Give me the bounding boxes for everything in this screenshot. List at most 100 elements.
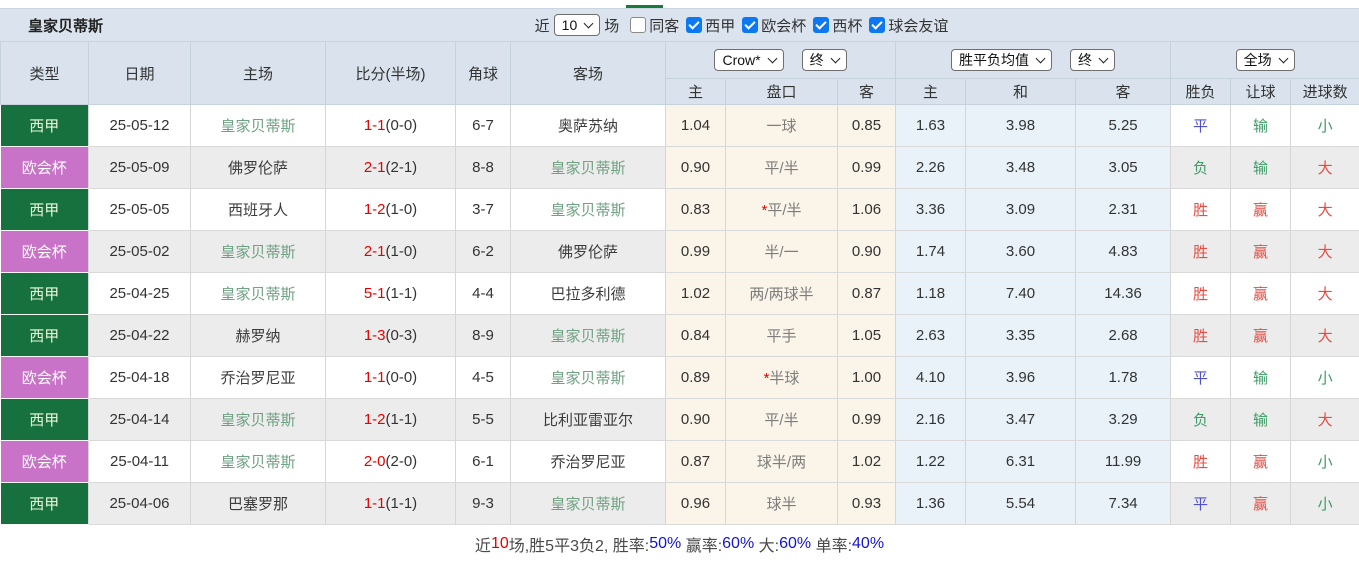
filter-option-2[interactable]: 西杯 bbox=[806, 15, 862, 36]
handicap-line: 半球 bbox=[769, 370, 799, 387]
header-odds-draw: 和 bbox=[966, 79, 1076, 105]
score-halftime: (1-1) bbox=[386, 411, 418, 428]
filter-checkbox[interactable] bbox=[686, 17, 702, 33]
table-row: 西甲25-04-06巴塞罗那1-1(1-1)9-3皇家贝蒂斯0.96球半0.93… bbox=[1, 483, 1359, 525]
date-cell: 25-04-11 bbox=[89, 441, 191, 483]
home-team-cell: 佛罗伦萨 bbox=[191, 147, 326, 189]
date-cell: 25-04-25 bbox=[89, 273, 191, 315]
table-row: 欧会杯25-04-11皇家贝蒂斯2-0(2-0)6-1乔治罗尼亚0.87球半/两… bbox=[1, 441, 1359, 483]
handicap-away-odds-cell: 1.00 bbox=[838, 357, 896, 399]
period-select[interactable]: 全场 bbox=[1236, 49, 1295, 71]
corner-cell: 6-1 bbox=[456, 441, 511, 483]
handicap-line: 平/半 bbox=[764, 160, 798, 177]
odds-draw-cell: 3.47 bbox=[966, 399, 1076, 441]
chevron-down-icon bbox=[1278, 54, 1288, 64]
filter-checkbox[interactable] bbox=[742, 17, 758, 33]
recent-count-select[interactable]: 10 bbox=[554, 14, 601, 36]
away-team-cell: 皇家贝蒂斯 bbox=[511, 315, 666, 357]
filter-option-0[interactable]: 西甲 bbox=[679, 15, 735, 36]
odds-draw-cell: 3.60 bbox=[966, 231, 1076, 273]
odds-time-select[interactable]: 终 bbox=[1070, 49, 1115, 71]
score-cell: 1-1(1-1) bbox=[326, 483, 456, 525]
league-filters: 西甲 欧会杯西杯球会友谊 bbox=[679, 15, 948, 36]
league-cell: 西甲 bbox=[1, 273, 89, 315]
handicap-result-cell: 赢 bbox=[1231, 483, 1291, 525]
handicap-home-odds-cell: 0.96 bbox=[666, 483, 726, 525]
footer-segment: 场,胜5平3负2, 胜率: bbox=[509, 532, 649, 556]
handicap-result-cell: 赢 bbox=[1231, 189, 1291, 231]
home-team-cell: 西班牙人 bbox=[191, 189, 326, 231]
handicap-away-odds-cell: 0.87 bbox=[838, 273, 896, 315]
corner-cell: 8-9 bbox=[456, 315, 511, 357]
score-fulltime: 1-2 bbox=[364, 411, 386, 428]
handicap-home-odds-cell: 0.87 bbox=[666, 441, 726, 483]
same-away-checkbox[interactable] bbox=[630, 17, 646, 33]
handicap-result-cell: 输 bbox=[1231, 147, 1291, 189]
score-halftime: (1-1) bbox=[386, 495, 418, 512]
score-cell: 1-2(1-0) bbox=[326, 189, 456, 231]
filter-option-3[interactable]: 球会友谊 bbox=[862, 15, 948, 36]
score-halftime: (1-0) bbox=[386, 243, 418, 260]
date-cell: 25-04-14 bbox=[89, 399, 191, 441]
away-team-cell: 皇家贝蒂斯 bbox=[511, 147, 666, 189]
handicap-away-odds-cell: 0.99 bbox=[838, 147, 896, 189]
handicap-line: 球半 bbox=[766, 496, 796, 513]
footer-segment: 10 bbox=[491, 535, 509, 553]
odds-home-cell: 4.10 bbox=[896, 357, 966, 399]
handicap-line: 平/半 bbox=[767, 202, 801, 219]
result-cell: 胜 bbox=[1171, 315, 1231, 357]
handicap-home-odds-cell: 0.84 bbox=[666, 315, 726, 357]
footer-segment: 60% bbox=[779, 535, 811, 553]
handicap-group-header: Crow* 终 bbox=[666, 42, 896, 79]
odds-home-cell: 2.63 bbox=[896, 315, 966, 357]
handicap-time-value: 终 bbox=[810, 50, 824, 70]
handicap-away-odds-cell: 1.06 bbox=[838, 189, 896, 231]
score-fulltime: 1-3 bbox=[364, 327, 386, 344]
away-team-cell: 皇家贝蒂斯 bbox=[511, 483, 666, 525]
footer-segment: 单率: bbox=[811, 532, 852, 556]
filter-option-1[interactable]: 欧会杯 bbox=[735, 15, 806, 36]
away-team-cell: 皇家贝蒂斯 bbox=[511, 189, 666, 231]
odds-company-select[interactable]: 胜平负均值 bbox=[951, 49, 1052, 71]
filter-label: 欧会杯 bbox=[761, 15, 806, 36]
away-team-cell: 奥萨苏纳 bbox=[511, 105, 666, 147]
odds-home-cell: 1.63 bbox=[896, 105, 966, 147]
footer-segment: 大: bbox=[754, 532, 779, 556]
handicap-result-cell: 赢 bbox=[1231, 231, 1291, 273]
handicap-line: 平/半 bbox=[764, 412, 798, 429]
handicap-line-cell: 平/半 bbox=[726, 399, 838, 441]
odds-away-cell: 11.99 bbox=[1076, 441, 1171, 483]
away-team-cell: 佛罗伦萨 bbox=[511, 231, 666, 273]
handicap-line-cell: 一球 bbox=[726, 105, 838, 147]
league-badge: 欧会杯 bbox=[1, 357, 89, 398]
result-cell: 负 bbox=[1171, 399, 1231, 441]
handicap-time-select[interactable]: 终 bbox=[802, 49, 847, 71]
score-halftime: (1-1) bbox=[386, 285, 418, 302]
handicap-result-cell: 输 bbox=[1231, 357, 1291, 399]
league-cell: 欧会杯 bbox=[1, 441, 89, 483]
date-cell: 25-05-02 bbox=[89, 231, 191, 273]
handicap-line-cell: 球半/两 bbox=[726, 441, 838, 483]
odds-home-cell: 3.36 bbox=[896, 189, 966, 231]
table-row: 西甲25-05-05西班牙人1-2(1-0)3-7皇家贝蒂斯0.83*平/半1.… bbox=[1, 189, 1359, 231]
corner-cell: 6-7 bbox=[456, 105, 511, 147]
handicap-company-select[interactable]: Crow* bbox=[714, 49, 783, 71]
chevron-down-icon bbox=[1099, 54, 1109, 64]
header-goals: 进球数 bbox=[1291, 79, 1359, 105]
header-odds-home: 主 bbox=[896, 79, 966, 105]
handicap-line: 两/两球半 bbox=[749, 286, 813, 303]
filter-checkbox[interactable] bbox=[869, 17, 885, 33]
goals-result-cell: 大 bbox=[1291, 189, 1359, 231]
handicap-line-cell: 两/两球半 bbox=[726, 273, 838, 315]
corner-cell: 3-7 bbox=[456, 189, 511, 231]
toolbar: 近 10 场 同客 西甲欧会杯西杯球会友谊 bbox=[531, 14, 949, 36]
corner-cell: 4-4 bbox=[456, 273, 511, 315]
handicap-line: 半/一 bbox=[764, 244, 798, 261]
result-cell: 平 bbox=[1171, 357, 1231, 399]
handicap-line-cell: *平/半 bbox=[726, 189, 838, 231]
handicap-away-odds-cell: 1.02 bbox=[838, 441, 896, 483]
same-away-option[interactable]: 同客 bbox=[623, 15, 679, 36]
odds-draw-cell: 7.40 bbox=[966, 273, 1076, 315]
page-title: 皇家贝蒂斯 bbox=[28, 15, 103, 36]
filter-checkbox[interactable] bbox=[813, 17, 829, 33]
